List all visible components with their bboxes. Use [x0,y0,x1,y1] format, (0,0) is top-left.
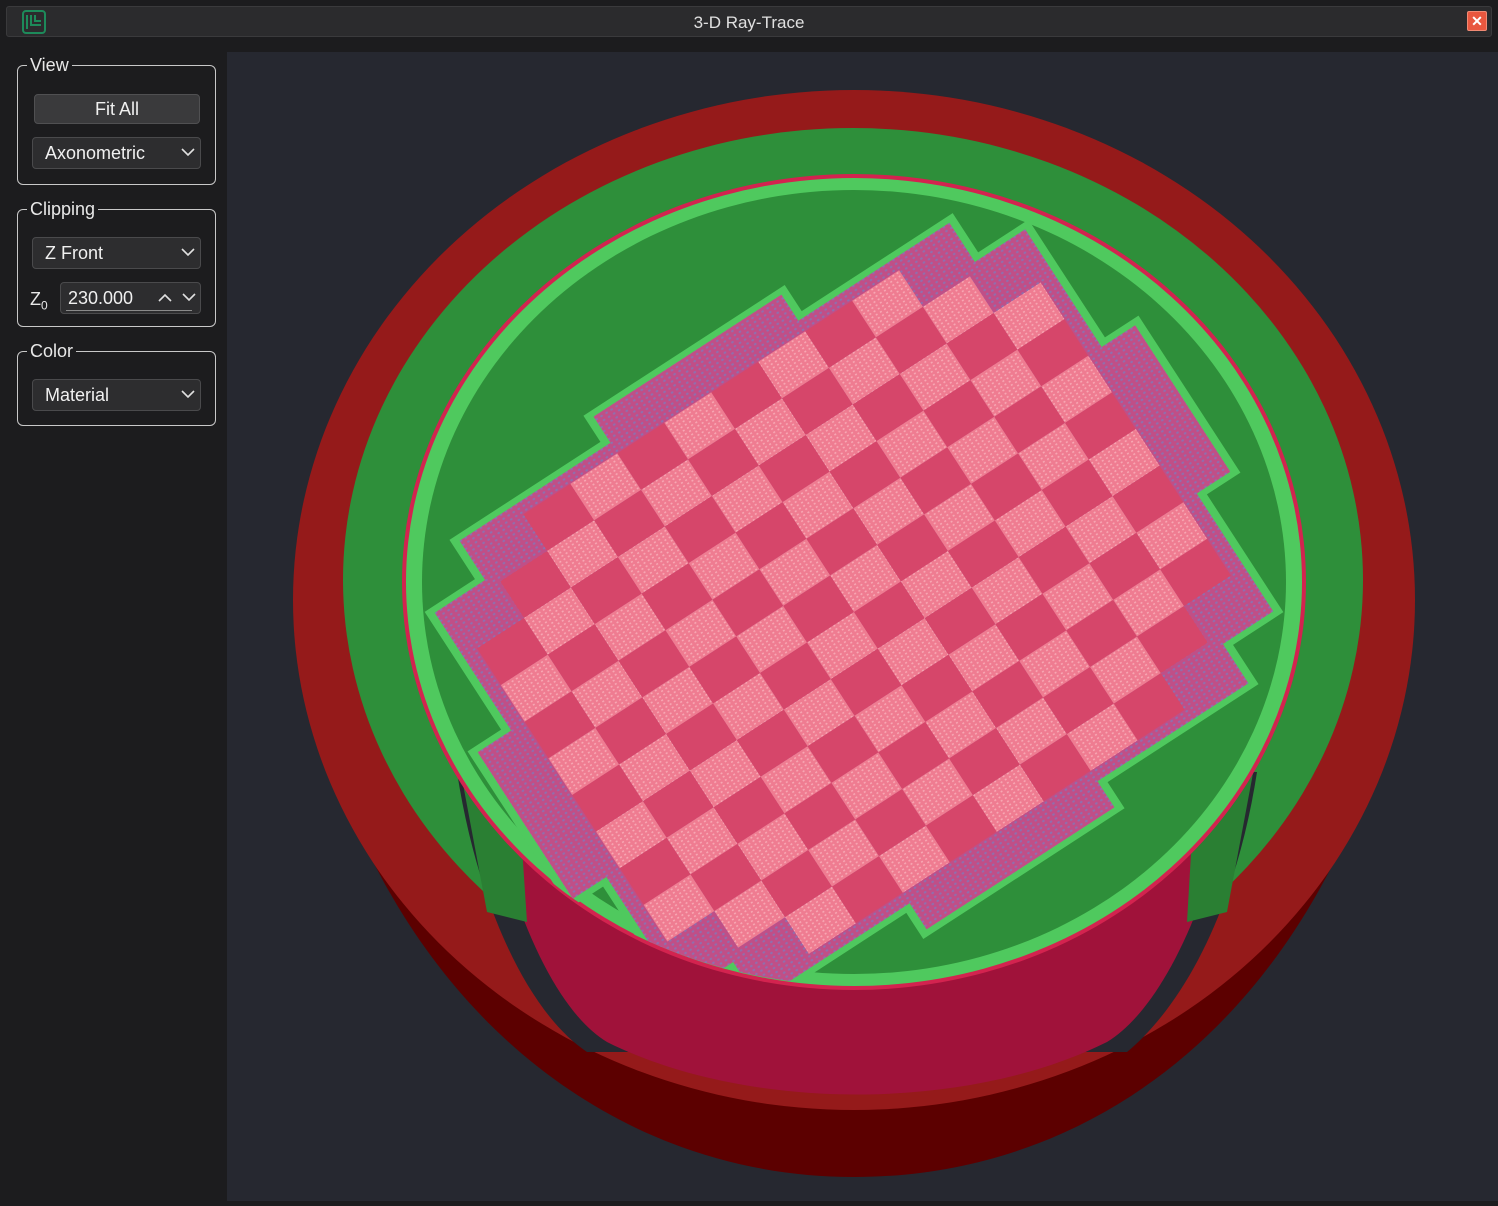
ray-trace-render [293,90,1415,1177]
title-bar: 3-D Ray-Trace ✕ [6,6,1492,37]
color-mode-value: Material [45,385,110,405]
clipping-plane-select[interactable]: Z Front [32,237,201,269]
clipping-plane-value: Z Front [45,243,104,263]
projection-select[interactable]: Axonometric [32,137,201,169]
chevron-down-icon [181,248,195,257]
chevron-down-icon[interactable] [182,293,196,302]
color-group: Color Material [17,340,216,426]
projection-value: Axonometric [45,143,146,163]
chevron-up-icon[interactable] [158,293,172,302]
fit-all-button[interactable]: Fit All [34,94,200,124]
chevron-down-icon [181,390,195,399]
chevron-down-icon [181,148,195,157]
render-viewport[interactable] [227,52,1498,1201]
z0-label: Z0 [30,289,48,313]
z0-value: 230.000 [68,288,134,308]
view-group: View Fit All Axonometric [17,54,216,185]
spinbox-underline [66,310,192,311]
close-button[interactable]: ✕ [1467,11,1487,31]
clipping-group: Clipping Z Front Z0 230.000 [17,198,216,327]
clipping-legend: Clipping [27,198,99,220]
view-legend: View [27,54,72,76]
close-icon: ✕ [1471,13,1483,29]
color-mode-select[interactable]: Material [32,379,201,411]
color-legend: Color [27,340,77,362]
control-panel: View Fit All Axonometric Clipping Z Fron… [0,52,227,1201]
window-title: 3-D Ray-Trace [693,13,805,32]
z0-spinbox[interactable]: 230.000 [60,282,201,314]
